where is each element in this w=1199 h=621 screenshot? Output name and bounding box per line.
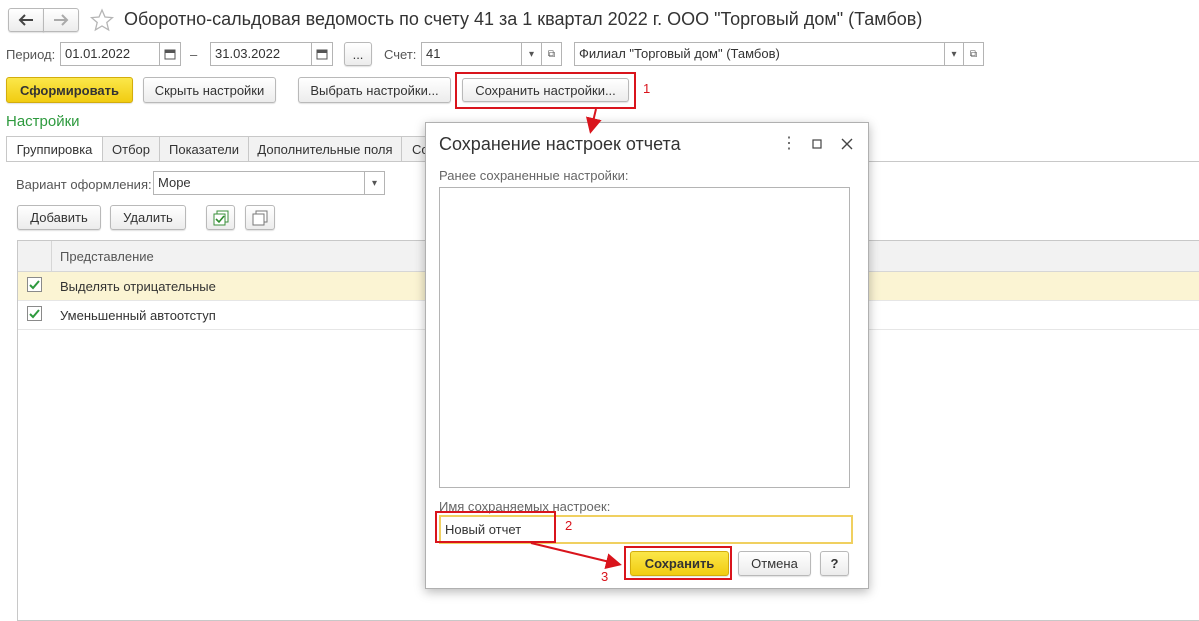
annotation-arrow-1 bbox=[585, 108, 602, 134]
annotation-arrow-2 bbox=[530, 542, 622, 569]
annotation-arrows bbox=[530, 108, 622, 569]
